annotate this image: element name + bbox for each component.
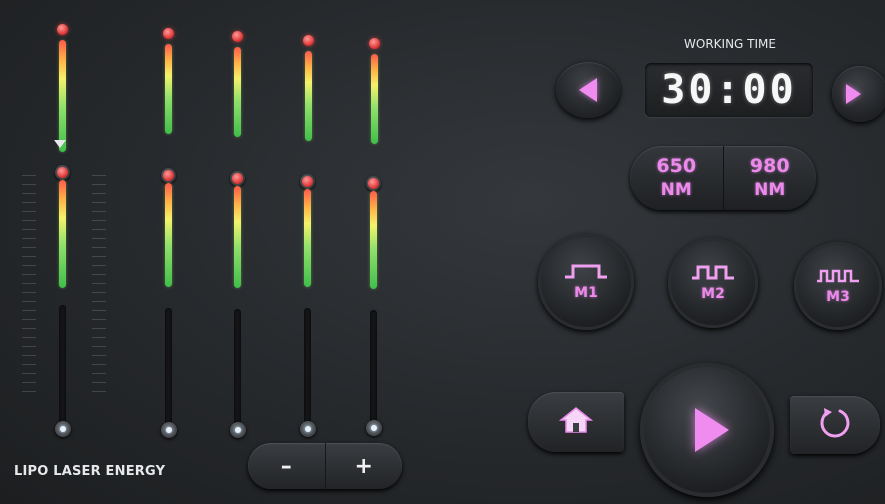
level-meter-4-top[interactable] xyxy=(294,35,324,145)
level-fill xyxy=(234,47,241,137)
wavelength-980-button[interactable]: 980 NM xyxy=(722,146,817,210)
slider-top-knob[interactable] xyxy=(161,168,176,183)
level-dot xyxy=(369,38,380,49)
triple-pulse-wave-icon xyxy=(815,267,861,283)
wavelength-unit: NM xyxy=(660,180,692,200)
home-icon xyxy=(558,406,594,438)
energy-slider-5[interactable] xyxy=(359,176,389,451)
level-fill xyxy=(304,189,311,287)
energy-adjust-group: – + xyxy=(248,443,402,489)
energy-slider-4[interactable] xyxy=(293,174,323,449)
slider-track xyxy=(234,309,241,429)
reset-button[interactable] xyxy=(790,396,880,454)
slider-handle[interactable] xyxy=(300,421,316,437)
refresh-icon xyxy=(818,406,852,444)
energy-slider-1[interactable] xyxy=(48,165,78,440)
mode-m1-button[interactable]: M1 xyxy=(538,234,634,330)
start-button[interactable] xyxy=(640,363,774,497)
working-time-label: WORKING TIME xyxy=(684,37,776,51)
level-fill xyxy=(165,44,172,134)
level-fill xyxy=(234,186,241,288)
slider-track xyxy=(304,308,311,426)
level-dot xyxy=(163,28,174,39)
mode-label: M2 xyxy=(701,286,725,302)
mode-label: M3 xyxy=(826,289,850,305)
energy-slider-3[interactable] xyxy=(223,171,253,446)
energy-label: LIPO LASER ENERGY xyxy=(14,464,166,479)
scale-ruler xyxy=(22,175,36,400)
working-time-value: 30:00 xyxy=(661,67,797,113)
slider-track xyxy=(370,310,377,426)
level-meter-1-top[interactable] xyxy=(48,24,78,152)
level-meter-3-top[interactable] xyxy=(223,31,253,141)
time-decrease-button[interactable] xyxy=(556,62,620,118)
level-dot xyxy=(57,24,68,35)
level-meter-2-top[interactable] xyxy=(154,28,184,138)
selected-channel-arrow-icon xyxy=(54,140,66,148)
level-fill xyxy=(305,51,312,141)
energy-slider-2[interactable] xyxy=(154,168,184,443)
slider-top-knob[interactable] xyxy=(230,171,245,186)
scale-ruler xyxy=(92,175,106,400)
double-pulse-wave-icon xyxy=(690,264,736,280)
level-dot xyxy=(303,35,314,46)
home-button[interactable] xyxy=(528,392,624,452)
slider-top-knob[interactable] xyxy=(300,174,315,189)
mode-m2-button[interactable]: M2 xyxy=(668,238,758,328)
working-time-display: 30:00 xyxy=(645,63,813,117)
mode-m3-button[interactable]: M3 xyxy=(794,242,882,330)
slider-track xyxy=(59,305,66,430)
level-fill xyxy=(165,183,172,287)
minus-button[interactable]: – xyxy=(248,443,325,489)
level-fill xyxy=(59,40,66,152)
plus-button[interactable]: + xyxy=(324,443,403,489)
triangle-right-icon xyxy=(845,84,861,104)
wavelength-selector: 650 NM 980 NM xyxy=(630,146,816,210)
slider-handle[interactable] xyxy=(161,422,177,438)
laser-control-screen: LIPO LASER ENERGY – + WORKING TIME 30:00… xyxy=(0,0,885,504)
slider-handle[interactable] xyxy=(230,422,246,438)
mode-label: M1 xyxy=(574,285,598,301)
triangle-left-icon xyxy=(579,78,597,102)
level-fill xyxy=(59,180,66,288)
slider-track xyxy=(165,308,172,430)
level-dot xyxy=(232,31,243,42)
level-fill xyxy=(370,191,377,289)
slider-top-knob[interactable] xyxy=(55,165,70,180)
single-pulse-wave-icon xyxy=(563,263,609,279)
level-fill xyxy=(371,54,378,144)
slider-handle[interactable] xyxy=(366,420,382,436)
time-increase-button[interactable] xyxy=(832,66,885,122)
wavelength-value: 650 xyxy=(656,155,697,177)
wavelength-value: 980 xyxy=(749,155,790,177)
slider-handle[interactable] xyxy=(55,421,71,437)
wavelength-unit: NM xyxy=(754,180,786,200)
wavelength-650-button[interactable]: 650 NM xyxy=(630,146,723,210)
level-meter-5-top[interactable] xyxy=(360,38,390,148)
play-icon xyxy=(695,408,729,452)
slider-top-knob[interactable] xyxy=(366,176,381,191)
